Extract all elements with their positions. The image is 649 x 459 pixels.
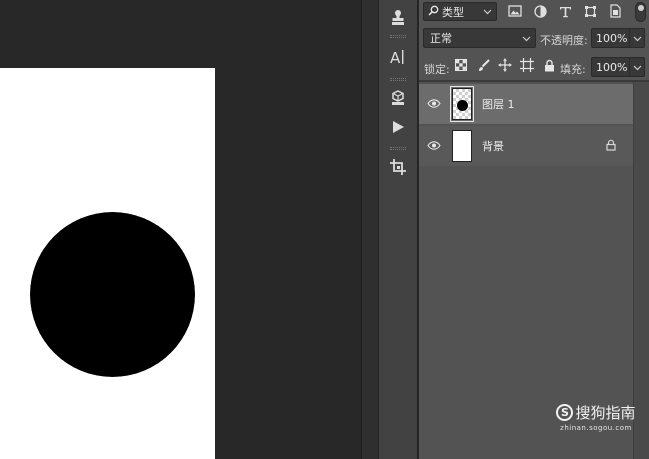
chevron-down-icon <box>633 32 642 45</box>
layer-name[interactable]: 图层 1 <box>482 96 515 112</box>
panel-grip[interactable] <box>390 35 406 38</box>
play-icon <box>391 120 405 134</box>
3d-tool[interactable] <box>379 84 417 112</box>
type-filter-icon[interactable] <box>557 3 573 19</box>
collapsed-tool-strip: A <box>378 0 418 459</box>
layers-panel: 类型 正常 不透明度: 100% 锁定: 填充: 100% 图层 1 背景 <box>419 0 649 459</box>
panel-grip[interactable] <box>390 147 406 150</box>
eye-icon <box>427 140 441 153</box>
watermark-url: zhinan.sogou.com <box>560 424 632 432</box>
watermark: S 搜狗指南 zhinan.sogou.com <box>548 402 644 432</box>
layer-thumbnail[interactable] <box>450 86 474 122</box>
layer-visibility-toggle[interactable] <box>419 98 449 111</box>
opacity-dropdown-button[interactable] <box>629 28 645 48</box>
lock-label: 锁定: <box>424 63 450 76</box>
eye-icon <box>427 98 441 111</box>
panel-grip[interactable] <box>390 78 406 81</box>
lock-artboard-icon[interactable] <box>520 58 534 72</box>
panel-divider <box>419 80 649 82</box>
opacity-value: 100% <box>596 31 628 45</box>
sogou-logo-icon: S <box>556 404 574 421</box>
chevron-down-icon <box>483 5 492 18</box>
chevron-down-icon <box>633 61 642 74</box>
lock-transparent-pixels-icon[interactable] <box>454 58 468 72</box>
fill-dropdown-button[interactable] <box>629 57 645 77</box>
layer-visibility-toggle[interactable] <box>419 140 449 153</box>
fill-label: 填充: <box>560 63 586 76</box>
adjustment-filter-icon[interactable] <box>532 3 548 19</box>
fill-value: 100% <box>596 60 628 74</box>
actions-play-button[interactable] <box>379 113 417 141</box>
crop-icon <box>389 158 407 176</box>
lock-options <box>454 58 556 72</box>
lock-position-icon[interactable] <box>498 58 512 72</box>
filter-toggle-switch[interactable] <box>635 2 646 22</box>
chevron-down-icon <box>522 32 531 45</box>
lock-image-pixels-icon[interactable] <box>476 58 490 72</box>
clone-stamp-icon <box>390 9 406 27</box>
document-canvas[interactable] <box>0 68 215 459</box>
blend-mode-dropdown[interactable]: 正常 <box>423 28 536 48</box>
character-icon: A <box>389 48 407 66</box>
3d-cube-icon <box>390 89 406 107</box>
watermark-brand: 搜狗指南 <box>575 404 636 422</box>
watermark-logo: S 搜狗指南 <box>548 402 644 423</box>
canvas-scrollbar[interactable] <box>361 0 378 459</box>
opacity-label: 不透明度: <box>540 34 588 47</box>
layer-row[interactable]: 图层 1 <box>419 84 633 124</box>
clone-stamp-tool[interactable] <box>379 4 417 32</box>
canvas-area[interactable] <box>0 0 361 459</box>
layer-row[interactable]: 背景 <box>419 126 633 166</box>
search-icon <box>428 5 439 19</box>
smart-object-filter-icon[interactable] <box>607 3 623 19</box>
svg-text:A: A <box>390 49 401 66</box>
lock-all-icon[interactable] <box>542 58 556 72</box>
filter-label: 类型 <box>442 5 464 19</box>
crop-tool[interactable] <box>379 153 417 181</box>
thumbnail-circle <box>457 100 468 111</box>
lock-icon <box>606 139 616 154</box>
character-tool[interactable]: A <box>379 43 417 71</box>
layer-filter-dropdown[interactable]: 类型 <box>423 2 497 21</box>
shape-filter-icon[interactable] <box>582 3 598 19</box>
blend-mode-value: 正常 <box>430 32 452 45</box>
selection-marquee <box>29 211 196 378</box>
layer-filter-icons <box>507 3 623 19</box>
layer-thumbnail[interactable] <box>452 130 472 162</box>
layer-name[interactable]: 背景 <box>482 138 504 154</box>
image-filter-icon[interactable] <box>507 3 523 19</box>
